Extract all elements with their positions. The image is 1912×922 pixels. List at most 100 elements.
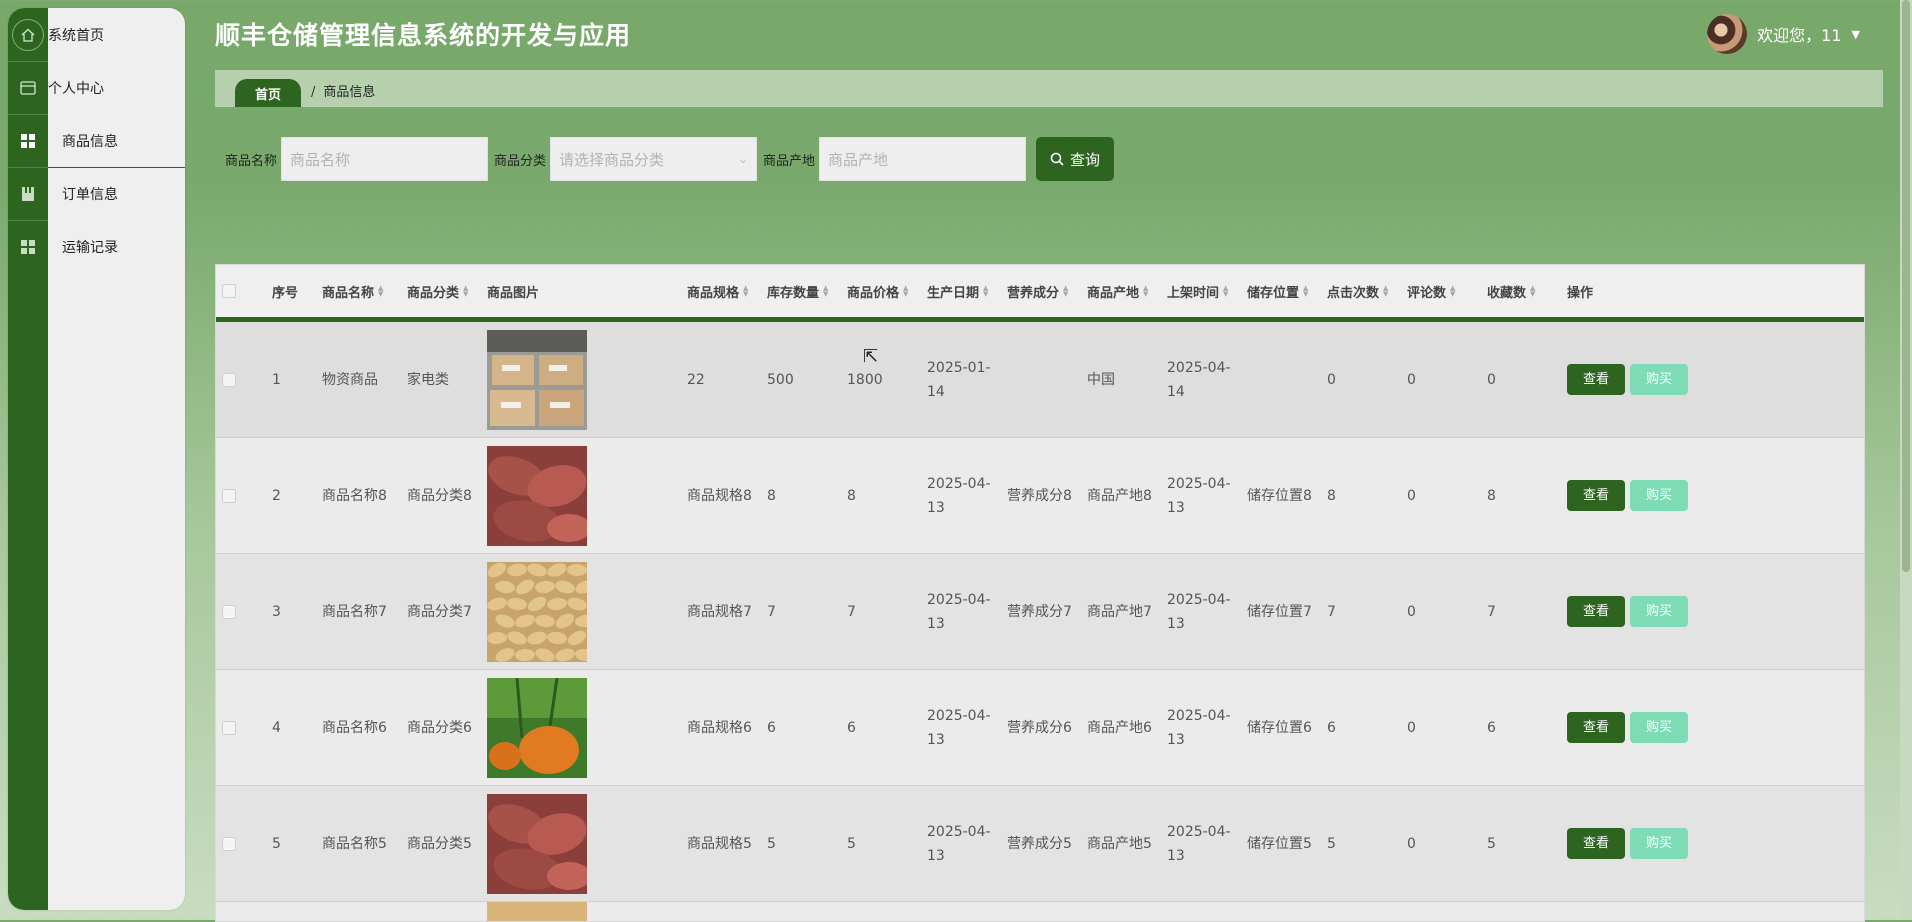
- product-name-label: 商品名称: [225, 153, 278, 169]
- header-name[interactable]: 商品名称 ▲ ▼: [322, 282, 407, 301]
- origin-input[interactable]: 商品产地: [819, 137, 1027, 181]
- cell-index: 2: [272, 487, 281, 504]
- chevron-down-icon: ⌄: [737, 152, 749, 166]
- header-favorites[interactable]: 收藏数 ▲ ▼: [1487, 282, 1567, 301]
- breadcrumb-current: 商品信息: [323, 85, 376, 100]
- cell-nutrition: 营养成分7: [1007, 603, 1072, 620]
- cell-shelf-time: 2025-04-13: [1167, 591, 1231, 632]
- cell-favorites: 0: [1487, 371, 1496, 388]
- cell-prod-date: 2025-04-13: [927, 823, 991, 864]
- product-name-input[interactable]: 商品名称: [281, 137, 489, 181]
- header-category[interactable]: 商品分类 ▲ ▼: [407, 282, 487, 301]
- buy-button[interactable]: 购买: [1630, 596, 1688, 627]
- buy-button[interactable]: 购买: [1630, 480, 1688, 511]
- row-checkbox[interactable]: [222, 372, 236, 387]
- table-row: 2 商品名称8 商品分类8 商品规格8 8 8 2025-04-13 营养成分8 商品产地8 20…: [216, 438, 1864, 554]
- header-location[interactable]: 储存位置 ▲ ▼: [1247, 282, 1327, 301]
- search-button[interactable]: 查询: [1036, 137, 1115, 181]
- cell-actions: 查看 购买: [1567, 828, 1717, 859]
- search-form: 商品名称 商品名称 商品分类 请选择商品分类 ⌄ 商品产地 商品产地 查询: [225, 137, 1115, 181]
- header-nutrition[interactable]: 营养成分 ▲ ▼: [1007, 282, 1087, 301]
- cell-shelf-time: 2025-04-13: [1167, 707, 1231, 748]
- caret-down-icon[interactable]: ▼: [1852, 28, 1860, 41]
- cell-favorites: 5: [1487, 835, 1496, 852]
- cell-clicks: 5: [1327, 835, 1336, 852]
- header-price[interactable]: 商品价格 ▲ ▼: [847, 282, 927, 301]
- bookmark-icon: [8, 167, 48, 220]
- cell-nutrition: 营养成分5: [1007, 835, 1072, 852]
- cell-price: 5: [847, 835, 856, 852]
- cell-comments: 0: [1407, 487, 1416, 504]
- header-stock[interactable]: 库存数量 ▲ ▼: [767, 282, 847, 301]
- cell-index: 5: [272, 835, 281, 852]
- sidebar-item-orders[interactable]: 订单信息: [8, 167, 185, 220]
- cell-shelf-time: 2025-04-14: [1167, 359, 1231, 400]
- view-button[interactable]: 查看: [1567, 828, 1625, 859]
- table-row: 5 商品名称5 商品分类5 商品规格5 5 5 2025-04-13 营养成分5 商品产地5 20…: [216, 786, 1864, 902]
- product-image: [487, 793, 687, 894]
- row-checkbox[interactable]: [222, 488, 236, 503]
- cell-favorites: 7: [1487, 603, 1496, 620]
- buy-button[interactable]: 购买: [1630, 828, 1688, 859]
- cell-stock: 7: [767, 603, 776, 620]
- avatar[interactable]: [1707, 14, 1748, 54]
- cell-location: 储存位置8: [1247, 487, 1312, 504]
- cell-nutrition: 营养成分6: [1007, 719, 1072, 736]
- sort-icon: ▲ ▼: [1223, 284, 1229, 298]
- buy-button[interactable]: 购买: [1630, 364, 1688, 395]
- sort-icon: ▲ ▼: [378, 284, 384, 298]
- app-title: 顺丰仓储管理信息系统的开发与应用: [215, 21, 632, 50]
- sidebar-item-label: 个人中心: [48, 80, 104, 97]
- origin-label: 商品产地: [763, 153, 816, 169]
- sidebar-item-label: 系统首页: [48, 27, 104, 44]
- cell-name: 商品名称7: [322, 603, 387, 620]
- scrollbar-thumb[interactable]: [1902, 0, 1910, 572]
- row-checkbox[interactable]: [222, 604, 236, 619]
- view-button[interactable]: 查看: [1567, 712, 1625, 743]
- view-button[interactable]: 查看: [1567, 364, 1625, 395]
- cell-category: 商品分类8: [407, 487, 472, 504]
- cell-actions: 查看 购买: [1567, 712, 1717, 743]
- cell-stock: 8: [767, 487, 776, 504]
- sort-icon: ▲ ▼: [823, 284, 829, 298]
- product-image: [487, 677, 687, 778]
- cell-origin: 商品产地6: [1087, 719, 1152, 736]
- cell-stock: 5: [767, 835, 776, 852]
- select-all-checkbox[interactable]: [222, 284, 236, 298]
- sidebar-item-home[interactable]: 系统首页: [8, 8, 185, 61]
- welcome-text: 欢迎您，11: [1757, 26, 1842, 45]
- category-select[interactable]: 请选择商品分类 ⌄: [550, 137, 758, 181]
- header-actions: 操作: [1567, 285, 1594, 301]
- header-comments[interactable]: 评论数 ▲ ▼: [1407, 282, 1487, 301]
- user-menu[interactable]: 欢迎您，11 ▼: [1707, 14, 1860, 54]
- sidebar-item-products[interactable]: 商品信息: [8, 114, 185, 168]
- sort-icon: ▲ ▼: [1450, 284, 1456, 298]
- view-button[interactable]: 查看: [1567, 596, 1625, 627]
- buy-button[interactable]: 购买: [1630, 712, 1688, 743]
- sidebar-item-transport[interactable]: 运输记录: [8, 220, 185, 273]
- header-spec[interactable]: 商品规格 ▲ ▼: [687, 282, 767, 301]
- sort-icon: ▲ ▼: [1530, 284, 1536, 298]
- row-checkbox[interactable]: [222, 836, 236, 851]
- header-origin[interactable]: 商品产地 ▲ ▼: [1087, 282, 1167, 301]
- cell-stock: 500: [767, 371, 794, 388]
- cell-actions: 查看 购买: [1567, 480, 1717, 511]
- row-checkbox[interactable]: [222, 720, 236, 735]
- sidebar-item-label: 商品信息: [62, 133, 118, 150]
- search-button-label: 查询: [1070, 150, 1101, 169]
- cell-shelf-time: 2025-04-13: [1167, 475, 1231, 516]
- view-button[interactable]: 查看: [1567, 480, 1625, 511]
- cell-price: 6: [847, 719, 856, 736]
- page-scrollbar[interactable]: [1900, 0, 1912, 920]
- breadcrumb-home[interactable]: 首页: [235, 79, 302, 107]
- header-prod-date[interactable]: 生产日期 ▲ ▼: [927, 282, 1007, 301]
- cell-location: 储存位置6: [1247, 719, 1312, 736]
- sidebar-item-profile[interactable]: 个人中心: [8, 61, 185, 114]
- cell-name: 商品名称8: [322, 487, 387, 504]
- sort-icon: ▲ ▼: [1303, 284, 1309, 298]
- header-clicks[interactable]: 点击次数 ▲ ▼: [1327, 282, 1407, 301]
- cell-name: 商品名称6: [322, 719, 387, 736]
- header-shelf-time[interactable]: 上架时间 ▲ ▼: [1167, 282, 1247, 301]
- cell-comments: 0: [1407, 835, 1416, 852]
- cell-location: 储存位置7: [1247, 603, 1312, 620]
